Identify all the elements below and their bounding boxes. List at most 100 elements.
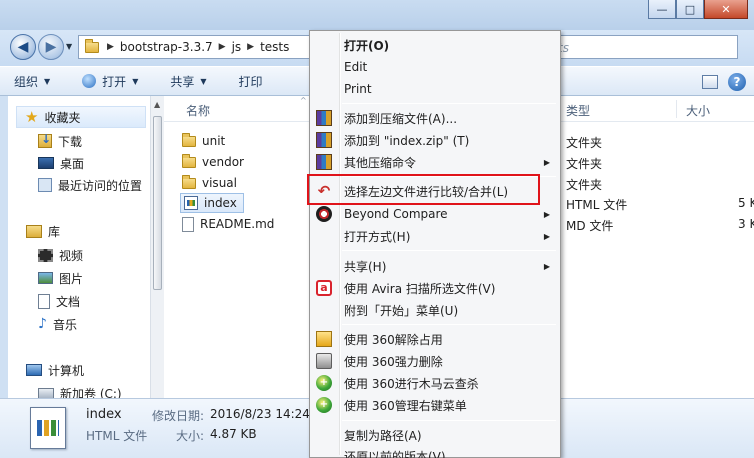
- nav-item-pictures[interactable]: 图片: [38, 267, 83, 289]
- menu-item-beyond-compare[interactable]: Beyond Compare ▶: [312, 203, 558, 225]
- preview-pane-icon[interactable]: [702, 75, 718, 89]
- menu-separator: [342, 250, 556, 251]
- menu-separator: [342, 324, 556, 325]
- beyond-compare-icon: [316, 206, 332, 222]
- nav-item-videos[interactable]: 视频: [38, 244, 83, 266]
- menu-item-share[interactable]: 共享(H) ▶: [312, 255, 558, 277]
- recent-pages-dropdown[interactable]: ▼: [66, 42, 72, 51]
- nav-item-drive-c[interactable]: 新加卷 (C:): [38, 382, 122, 398]
- nav-item-downloads[interactable]: 下载: [38, 130, 82, 152]
- breadcrumb-segment[interactable]: js ▶: [232, 40, 255, 54]
- nav-pane-scrollbar[interactable]: ▲: [150, 96, 164, 398]
- chevron-down-icon: ▼: [200, 76, 207, 86]
- folder-icon: [182, 174, 196, 189]
- nav-item-documents[interactable]: 文档: [38, 290, 80, 312]
- library-icon: [26, 224, 42, 238]
- nav-item-desktop[interactable]: 桌面: [38, 152, 84, 174]
- submenu-arrow-icon: ▶: [543, 209, 550, 219]
- column-name[interactable]: 名称: [186, 102, 210, 119]
- menu-item-restore-previous[interactable]: 还原以前的版本(V): [312, 445, 558, 458]
- nav-item-libraries[interactable]: 库: [26, 220, 60, 242]
- star-icon: ★: [25, 108, 39, 126]
- file-row-readme[interactable]: README.md: [182, 214, 274, 234]
- file-type-cell: HTML 文件: [566, 198, 628, 212]
- menu-separator: [342, 420, 556, 421]
- html-file-icon: [184, 196, 198, 210]
- breadcrumb-segment[interactable]: bootstrap-3.3.7 ▶: [120, 40, 226, 54]
- organize-button[interactable]: 组织 ▼: [14, 73, 50, 90]
- video-icon: [38, 248, 53, 262]
- highlight-annotation-box: [307, 174, 540, 205]
- nav-item-music[interactable]: ♪ 音乐: [38, 313, 77, 335]
- 360-shield-icon: +: [316, 397, 332, 413]
- menu-item-add-archive[interactable]: 添加到压缩文件(A)...: [312, 107, 558, 129]
- forward-button[interactable]: ▶: [38, 34, 64, 60]
- menu-item-360-force-delete[interactable]: 使用 360强力删除: [312, 350, 558, 372]
- text-file-icon: [182, 216, 194, 232]
- menu-item-add-zip[interactable]: 添加到 "index.zip" (T): [312, 129, 558, 151]
- back-button[interactable]: ◀: [10, 34, 36, 60]
- sort-up-icon: ^: [300, 96, 307, 105]
- scrollbar-thumb[interactable]: [153, 116, 162, 290]
- menu-item-avira-scan[interactable]: a 使用 Avira 扫描所选文件(V): [312, 277, 558, 299]
- column-divider[interactable]: [676, 100, 677, 118]
- file-row-visual[interactable]: visual: [182, 173, 237, 193]
- winrar-icon: [316, 110, 332, 126]
- html-file-large-icon: [30, 407, 66, 449]
- submenu-arrow-icon: ▶: [543, 231, 550, 241]
- details-file-name: index: [86, 407, 122, 422]
- maximize-button[interactable]: □: [676, 0, 704, 19]
- close-button[interactable]: ✕: [704, 0, 748, 19]
- column-size[interactable]: 大小: [686, 102, 710, 119]
- details-modified-label: 修改日期:: [152, 409, 205, 423]
- help-icon[interactable]: ?: [728, 73, 746, 91]
- menu-item-open-with[interactable]: 打开方式(H) ▶: [312, 225, 558, 247]
- chevron-right-icon[interactable]: ▶: [219, 42, 226, 52]
- menu-item-open[interactable]: 打开(O): [312, 34, 558, 56]
- menu-item-other-compress[interactable]: 其他压缩命令 ▶: [312, 151, 558, 173]
- menu-item-360-manage-menu[interactable]: + 使用 360管理右键菜单: [312, 394, 558, 416]
- nav-item-computer[interactable]: 计算机: [26, 359, 84, 381]
- file-row-unit[interactable]: unit: [182, 131, 225, 151]
- file-type-cell: 文件夹: [566, 136, 603, 150]
- minimize-button[interactable]: —: [648, 0, 676, 19]
- details-size-label: 大小:: [176, 429, 205, 443]
- winrar-icon: [316, 132, 332, 148]
- menu-item-print[interactable]: Print: [312, 78, 558, 100]
- 360-shield-icon: +: [316, 375, 332, 391]
- menu-item-360-unlock[interactable]: 使用 360解除占用: [312, 328, 558, 350]
- picture-icon: [38, 272, 53, 284]
- menu-item-360-trojan-scan[interactable]: + 使用 360进行木马云查杀: [312, 372, 558, 394]
- scroll-up-icon[interactable]: ▲: [154, 100, 160, 109]
- chevron-right-icon[interactable]: ▶: [247, 42, 254, 52]
- nav-item-favorites[interactable]: ★ 收藏夹: [16, 106, 146, 128]
- chevron-down-icon: ▼: [132, 76, 139, 86]
- file-size-cell: 5 KB: [738, 196, 754, 210]
- folder-icon: [182, 132, 196, 147]
- details-modified-value: 2016/8/23 14:24: [210, 407, 310, 421]
- document-icon: [38, 293, 50, 309]
- chevron-right-icon[interactable]: ▶: [107, 42, 114, 52]
- menu-item-pin-start[interactable]: 附到「开始」菜单(U): [312, 299, 558, 321]
- menu-item-copy-path[interactable]: 复制为路径(A): [312, 424, 558, 446]
- nav-item-recent[interactable]: 最近访问的位置: [38, 174, 142, 196]
- breadcrumb-segment[interactable]: tests: [260, 40, 289, 54]
- column-type[interactable]: 类型: [566, 102, 590, 119]
- share-button[interactable]: 共享 ▼: [170, 73, 206, 90]
- arrow-right-icon: ▶: [45, 39, 57, 55]
- drive-icon: [38, 387, 54, 398]
- file-size-cell: 3 KB: [738, 217, 754, 231]
- file-row-vendor[interactable]: vendor: [182, 152, 244, 172]
- toolbar-right: ?: [702, 73, 746, 91]
- download-folder-icon: [38, 132, 52, 148]
- computer-icon: [26, 364, 42, 376]
- 360-unlock-icon: [316, 331, 332, 347]
- file-type-cell: 文件夹: [566, 178, 603, 192]
- menu-item-edit[interactable]: Edit: [312, 56, 558, 78]
- print-button[interactable]: 打印: [239, 73, 263, 90]
- window-controls: — □ ✕: [648, 0, 748, 19]
- file-row-index[interactable]: index: [180, 193, 244, 213]
- open-button[interactable]: 打开 ▼: [82, 73, 138, 90]
- details-size-value: 4.87 KB: [210, 427, 257, 441]
- navigation-pane: ★收藏夹 下载 桌面 最近访问的位置 库 视频 图片 文档 ♪音乐 计算机 新加…: [8, 96, 150, 398]
